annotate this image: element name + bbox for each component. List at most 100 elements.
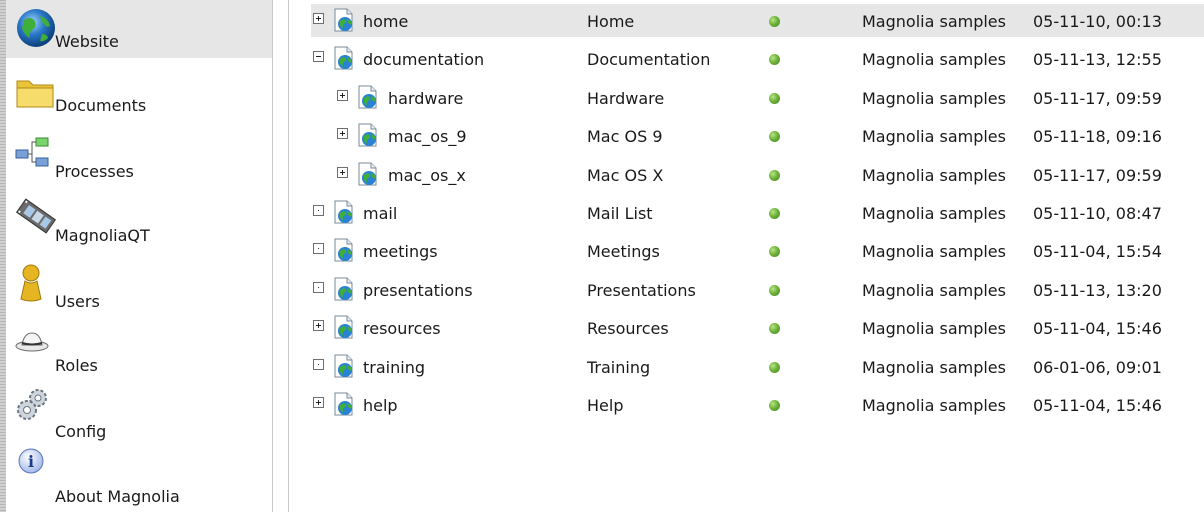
sidebar-item-label: Config	[55, 422, 107, 441]
page-template: Magnolia samples	[862, 12, 1006, 31]
sidebar-item-magnoliaqt[interactable]: MagnoliaQT	[6, 190, 272, 248]
sidebar: Website Documents Processes MagnoliaQT U…	[6, 0, 273, 512]
page-template: Magnolia samples	[862, 319, 1006, 338]
page-name: mail	[363, 204, 398, 223]
webpage-icon	[333, 46, 355, 70]
tree-row-documentation[interactable]: documentation Documentation Magnolia sam…	[311, 42, 1204, 75]
gears-icon	[17, 389, 47, 420]
webpage-icon	[333, 354, 355, 378]
status-dot-icon	[769, 323, 780, 334]
sidebar-item-website[interactable]: Website	[6, 0, 272, 58]
tree-row-resources[interactable]: resources Resources Magnolia samples 05-…	[311, 311, 1204, 344]
page-modified-date: 05-11-04, 15:54	[1033, 242, 1162, 261]
sidebar-item-label: Processes	[55, 162, 134, 181]
tree-row-help[interactable]: help Help Magnolia samples 05-11-04, 15:…	[311, 388, 1204, 421]
leaf-node-marker	[313, 282, 324, 293]
status-dot-icon	[769, 400, 780, 411]
status-dot-icon	[769, 362, 780, 373]
webpage-icon	[357, 123, 379, 147]
page-template: Magnolia samples	[862, 396, 1006, 415]
sidebar-item-label: MagnoliaQT	[55, 226, 150, 245]
page-modified-date: 05-11-04, 15:46	[1033, 396, 1162, 415]
sidebar-item-documents[interactable]: Documents	[6, 63, 272, 121]
expand-toggle[interactable]	[313, 13, 324, 24]
page-template: Magnolia samples	[862, 89, 1006, 108]
page-name: mac_os_9	[388, 127, 467, 146]
page-title: Resources	[587, 319, 669, 338]
status-dot-icon	[769, 208, 780, 219]
page-modified-date: 05-11-13, 13:20	[1033, 281, 1162, 300]
status-dot-icon	[769, 54, 780, 65]
page-name: presentations	[363, 281, 473, 300]
tree-row-mac-os-x[interactable]: mac_os_x Mac OS X Magnolia samples 05-11…	[311, 158, 1204, 191]
sidebar-item-label: Documents	[55, 96, 147, 115]
page-name: help	[363, 396, 398, 415]
collapse-toggle[interactable]	[313, 51, 324, 62]
sidebar-item-processes[interactable]: Processes	[6, 126, 272, 184]
tree-row-meetings[interactable]: meetings Meetings Magnolia samples 05-11…	[311, 234, 1204, 267]
sidebar-item-roles[interactable]: Roles	[6, 316, 272, 375]
tree-row-hardware[interactable]: hardware Hardware Magnolia samples 05-11…	[311, 81, 1204, 114]
sidebar-item-label: Website	[55, 32, 119, 51]
sidebar-item-users[interactable]: Users	[6, 253, 272, 311]
sidebar-item-config[interactable]: Config	[6, 380, 272, 441]
page-template: Magnolia samples	[862, 166, 1006, 185]
expand-toggle[interactable]	[337, 128, 348, 139]
status-dot-icon	[769, 170, 780, 181]
tree-row-presentations[interactable]: presentations Presentations Magnolia sam…	[311, 273, 1204, 306]
page-template: Magnolia samples	[862, 204, 1006, 223]
status-dot-icon	[769, 16, 780, 27]
webpage-icon	[333, 8, 355, 32]
page-modified-date: 05-11-10, 08:47	[1033, 204, 1162, 223]
page-template: Magnolia samples	[862, 358, 1006, 377]
page-title: Meetings	[587, 242, 660, 261]
page-title: Home	[587, 12, 635, 31]
page-title: Mac OS 9	[587, 127, 663, 146]
tree-row-mail[interactable]: mail Mail List Magnolia samples 05-11-10…	[311, 196, 1204, 229]
expand-toggle[interactable]	[313, 320, 324, 331]
page-modified-date: 05-11-10, 00:13	[1033, 12, 1162, 31]
page-title: Mac OS X	[587, 166, 664, 185]
webpage-icon	[333, 315, 355, 339]
page-modified-date: 05-11-04, 15:46	[1033, 319, 1162, 338]
page-name: home	[363, 12, 409, 31]
leaf-node-marker	[313, 359, 324, 370]
page-tree: home Home Magnolia samples 05-11-10, 00:…	[297, 0, 1204, 512]
globe-icon	[17, 9, 55, 47]
svg-text:i: i	[28, 452, 34, 471]
sidebar-item-label: Roles	[55, 356, 98, 375]
page-title: Documentation	[587, 50, 711, 69]
page-name: hardware	[388, 89, 464, 108]
page-modified-date: 05-11-17, 09:59	[1033, 89, 1162, 108]
hat-icon	[15, 332, 49, 352]
page-name: mac_os_x	[388, 166, 466, 185]
leaf-node-marker	[313, 243, 324, 254]
page-title: Presentations	[587, 281, 696, 300]
tree-row-training[interactable]: training Training Magnolia samples 06-01…	[311, 350, 1204, 383]
webpage-icon	[333, 277, 355, 301]
expand-toggle[interactable]	[337, 90, 348, 101]
page-title: Mail List	[587, 204, 653, 223]
tree-row-home[interactable]: home Home Magnolia samples 05-11-10, 00:…	[311, 4, 1204, 37]
expand-toggle[interactable]	[337, 167, 348, 178]
sidebar-item-about[interactable]: i About Magnolia	[6, 442, 272, 506]
status-dot-icon	[769, 131, 780, 142]
page-template: Magnolia samples	[862, 242, 1006, 261]
webpage-icon	[333, 200, 355, 224]
film-icon	[15, 198, 57, 234]
page-name: documentation	[363, 50, 485, 69]
page-modified-date: 05-11-18, 09:16	[1033, 127, 1162, 146]
page-title: Training	[587, 358, 651, 377]
page-name: meetings	[363, 242, 438, 261]
splitter[interactable]	[273, 0, 297, 512]
sidebar-item-label: Users	[55, 292, 100, 311]
page-name: training	[363, 358, 425, 377]
tree-row-mac-os-9[interactable]: mac_os_9 Mac OS 9 Magnolia samples 05-11…	[311, 119, 1204, 152]
page-template: Magnolia samples	[862, 127, 1006, 146]
splitter-line	[288, 0, 289, 512]
leaf-node-marker	[313, 205, 324, 216]
expand-toggle[interactable]	[313, 397, 324, 408]
page-template: Magnolia samples	[862, 281, 1006, 300]
process-icon	[15, 137, 49, 167]
info-icon: i	[18, 448, 44, 474]
